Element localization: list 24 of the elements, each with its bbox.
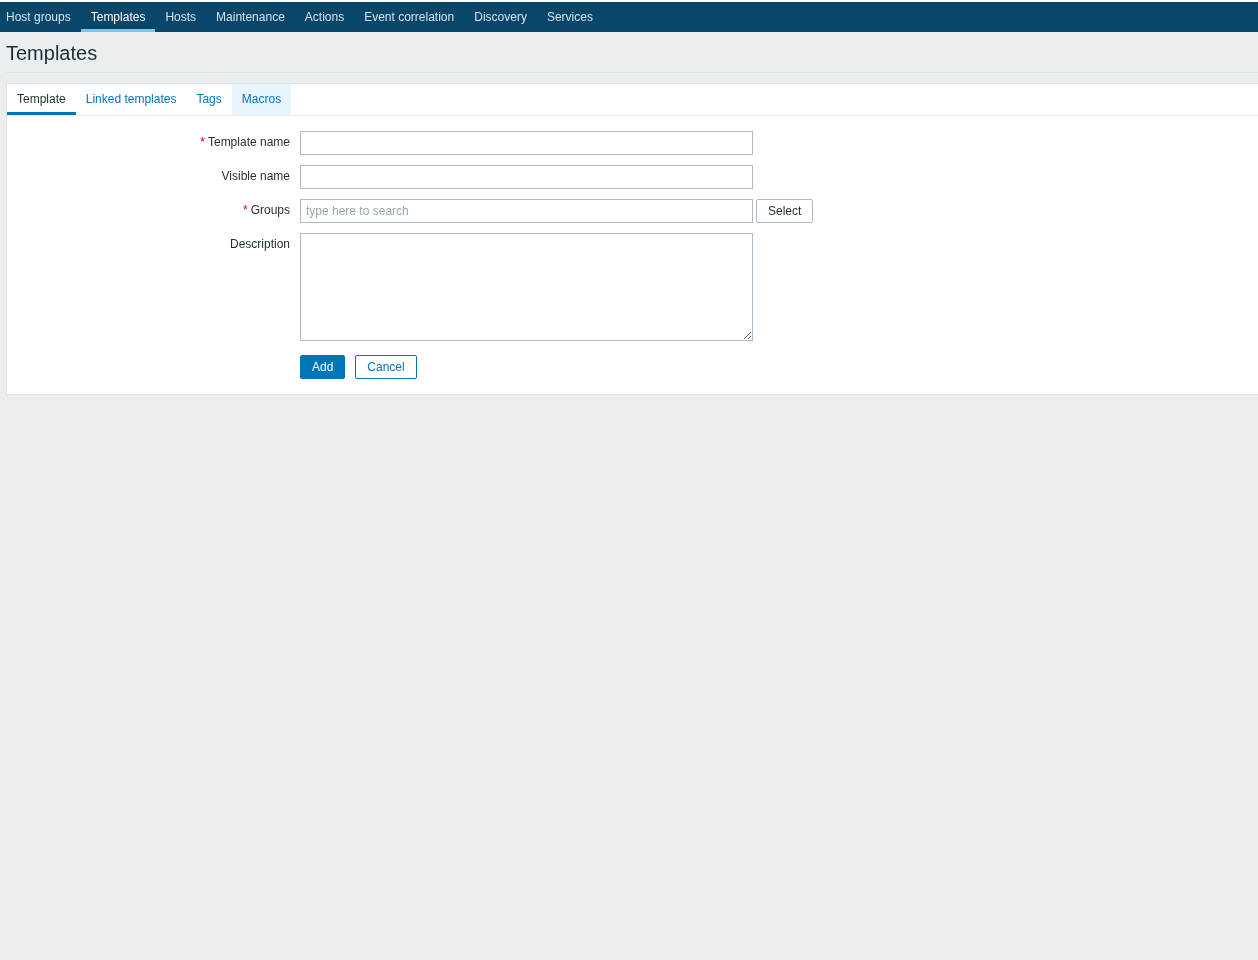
nav-item[interactable]: Hosts (155, 2, 207, 32)
input-field[interactable] (300, 165, 753, 189)
search-field[interactable]: type here to search (300, 199, 753, 223)
page-title: Templates (6, 42, 99, 65)
tab[interactable]: Linked templates (75, 84, 187, 115)
select-button[interactable]: Select (756, 199, 814, 223)
field-label: Visible name (220, 168, 290, 183)
input-field[interactable] (300, 131, 753, 155)
nav-item[interactable]: Actions (294, 2, 355, 32)
nav-item[interactable]: Maintenance (206, 2, 295, 32)
description-field[interactable] (300, 233, 753, 341)
field-label: Description (228, 236, 290, 251)
nav-item[interactable]: Discovery (464, 2, 537, 32)
tab[interactable]: Tags (186, 84, 232, 115)
nav-item[interactable]: Event correlation (354, 2, 465, 32)
field-label: * Groups (241, 202, 290, 217)
cancel-button[interactable]: Cancel (355, 355, 417, 379)
tab[interactable]: Template (7, 84, 76, 115)
nav-item[interactable]: Services (536, 2, 603, 32)
nav-item[interactable]: Templates (80, 2, 156, 32)
field-label: * Template name (199, 134, 290, 149)
tab[interactable]: Macros (231, 84, 292, 115)
nav-item[interactable]: Host groups (6, 2, 81, 32)
add-button[interactable]: Add (300, 355, 346, 379)
